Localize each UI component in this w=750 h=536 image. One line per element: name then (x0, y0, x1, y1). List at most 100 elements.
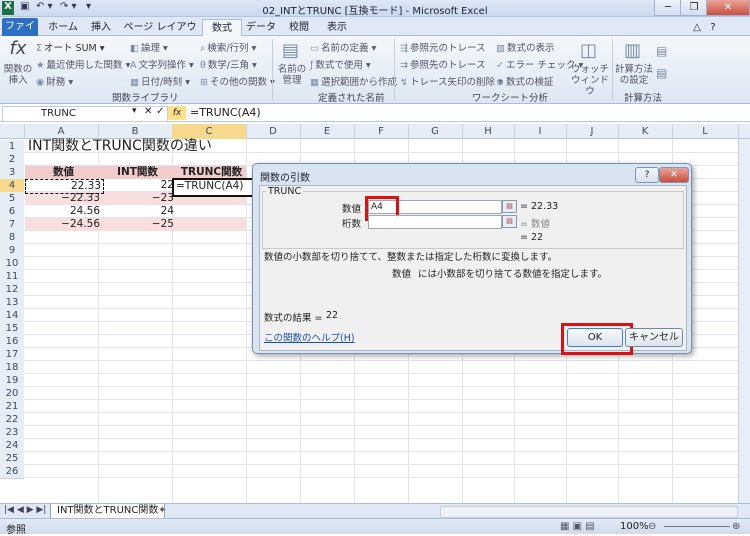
cancel-button[interactable]: キャンセル (625, 328, 683, 347)
horizontal-scrollbar[interactable] (440, 506, 738, 518)
use-in-formula-button[interactable]: ƒ 数式で使用 ▾ (310, 57, 371, 71)
zoom-level[interactable]: 100% (620, 521, 649, 532)
cell-b4[interactable]: 22 (99, 179, 176, 192)
row-header-8[interactable]: 8 (0, 231, 24, 245)
remove-arrows-button[interactable]: ↯ トレース矢印の削除 ▾ (400, 74, 503, 88)
create-from-selection-button[interactable]: ▦ 選択範囲から作成 (310, 74, 397, 88)
dialog-help-button[interactable]: ? (635, 167, 659, 183)
row-header-24[interactable]: 24 (0, 439, 24, 453)
cancel-icon[interactable]: ✕ (144, 106, 152, 117)
trace-precedents-button[interactable]: ⇶ 参照元のトレース (400, 40, 486, 54)
define-name-button[interactable]: ▭ 名前の定義 ▾ (310, 40, 376, 54)
column-header-e[interactable]: E (300, 124, 355, 139)
row-header-25[interactable]: 25 (0, 452, 24, 466)
row-header-3[interactable]: 3 (0, 166, 24, 180)
arg1-collapse-icon[interactable]: ▤ (502, 200, 517, 213)
tab-data[interactable]: データ (244, 19, 278, 36)
evaluate-formula-button[interactable]: ⊛ 数式の検証 (496, 74, 553, 88)
tab-review[interactable]: 校閲 (284, 19, 314, 36)
cell-b7[interactable]: −25 (99, 218, 176, 231)
datetime-button[interactable]: ▦ 日付/時刻 ▾ (130, 74, 190, 88)
row-header-22[interactable]: 22 (0, 413, 24, 427)
cell-b5[interactable]: −23 (99, 192, 176, 205)
sheet-tab-active[interactable]: INT関数とTRUNC関数 (50, 504, 166, 519)
fx-icon[interactable]: fx (168, 106, 186, 120)
tab-file[interactable]: ファイル (2, 18, 38, 49)
calculate-sheet-icon[interactable]: ▤ (656, 66, 667, 80)
row-header-7[interactable]: 7 (0, 218, 24, 232)
view-buttons-icon[interactable]: ▦ ▣ ▤ (560, 521, 595, 532)
row-header-1[interactable]: 1 (0, 140, 24, 154)
row-header-21[interactable]: 21 (0, 400, 24, 414)
row-header-20[interactable]: 20 (0, 387, 24, 401)
insert-sheet-icon[interactable]: ✦ (158, 505, 166, 516)
zoom-in-icon[interactable]: ⊕ (732, 521, 740, 532)
calculation-options-button[interactable]: 計算方法 の設定 (614, 64, 654, 86)
text-button[interactable]: A 文字列操作 ▾ (130, 57, 194, 71)
dialog-close-button[interactable]: ✕ (659, 167, 689, 183)
column-header-h[interactable]: H (462, 124, 515, 139)
name-box-dropdown-icon[interactable]: ▾ (132, 106, 137, 116)
row-header-18[interactable]: 18 (0, 361, 24, 375)
help-icon[interactable]: ? (706, 19, 720, 36)
insert-function-button[interactable]: 関数の 挿入 (2, 64, 34, 86)
insert-function-icon[interactable]: fx (6, 38, 30, 59)
minimize-button[interactable]: ─ (654, 0, 682, 16)
row-header-23[interactable]: 23 (0, 426, 24, 440)
row-header-15[interactable]: 15 (0, 322, 24, 336)
row-header-2[interactable]: 2 (0, 153, 24, 167)
tab-formulas[interactable]: 数式 (202, 19, 242, 37)
watch-window-button[interactable]: ウォッチ ウィンドウ (570, 64, 610, 97)
column-header-i[interactable]: I (514, 124, 567, 139)
cell-c4[interactable]: =TRUNC(A4) (172, 178, 255, 197)
row-header-19[interactable]: 19 (0, 374, 24, 388)
row-header-16[interactable]: 16 (0, 335, 24, 349)
sheet-nav-arrows-icon[interactable]: |◀ ◀ ▶ ▶| (4, 505, 46, 515)
row-header-26[interactable]: 26 (0, 465, 24, 479)
row-header-10[interactable]: 10 (0, 257, 24, 271)
name-manager-button[interactable]: 名前の 管理 (276, 64, 308, 86)
column-header-j[interactable]: J (566, 124, 619, 139)
column-header-d[interactable]: D (246, 124, 301, 139)
cell-a5[interactable]: −22.33 (25, 192, 102, 205)
column-header-g[interactable]: G (408, 124, 463, 139)
row-header-4[interactable]: 4 (0, 179, 24, 193)
restore-button[interactable]: ❐ (680, 0, 708, 16)
row-header-14[interactable]: 14 (0, 309, 24, 323)
more-functions-button[interactable]: ⊞ その他の関数 ▾ (200, 74, 275, 88)
formula-input[interactable]: =TRUNC(A4) (190, 106, 261, 120)
logical-button[interactable]: ◧ 論理 ▾ (130, 40, 168, 54)
row-header-11[interactable]: 11 (0, 270, 24, 284)
tab-page-layout[interactable]: ページ レイアウト (122, 19, 198, 50)
lookup-button[interactable]: ⌕ 検索/行列 ▾ (200, 40, 256, 54)
show-formulas-button[interactable]: ▧ 数式の表示 (496, 40, 555, 54)
row-header-9[interactable]: 9 (0, 244, 24, 258)
calculate-now-icon[interactable]: ▤ (656, 44, 667, 58)
zoom-out-icon[interactable]: ⊖ (648, 521, 656, 532)
column-header-f[interactable]: F (354, 124, 409, 139)
vertical-scrollbar[interactable] (738, 139, 750, 503)
row-header-17[interactable]: 17 (0, 348, 24, 362)
math-button[interactable]: θ 数学/三角 ▾ (200, 57, 257, 71)
column-header-l[interactable]: L (672, 124, 739, 139)
column-header-k[interactable]: K (618, 124, 673, 139)
select-all-corner[interactable] (0, 124, 25, 139)
trace-dependents-button[interactable]: ⇉ 参照先のトレース (400, 57, 486, 71)
function-help-link[interactable]: この関数のヘルプ(H) (264, 330, 355, 344)
row-header-6[interactable]: 6 (0, 205, 24, 219)
zoom-slider[interactable] (664, 526, 730, 527)
row-header-5[interactable]: 5 (0, 192, 24, 206)
tab-insert[interactable]: 挿入 (86, 19, 116, 36)
recent-functions-button[interactable]: ★ 最近使用した関数 ▾ (36, 57, 130, 71)
financial-button[interactable]: ◉ 財務 ▾ (36, 74, 73, 88)
enter-icon[interactable]: ✓ (156, 106, 164, 117)
cell-a6[interactable]: 24.56 (25, 205, 102, 218)
arg2-collapse-icon[interactable]: ▤ (502, 215, 517, 228)
row-header-13[interactable]: 13 (0, 296, 24, 310)
tab-home[interactable]: ホーム (46, 19, 80, 36)
tab-view[interactable]: 表示 (320, 19, 354, 36)
autosum-button[interactable]: Σ オート SUM ▾ (36, 40, 105, 54)
ribbon-minimize-icon[interactable]: △ (690, 19, 704, 36)
cell-a7[interactable]: −24.56 (25, 218, 102, 231)
cell-b6[interactable]: 24 (99, 205, 176, 218)
